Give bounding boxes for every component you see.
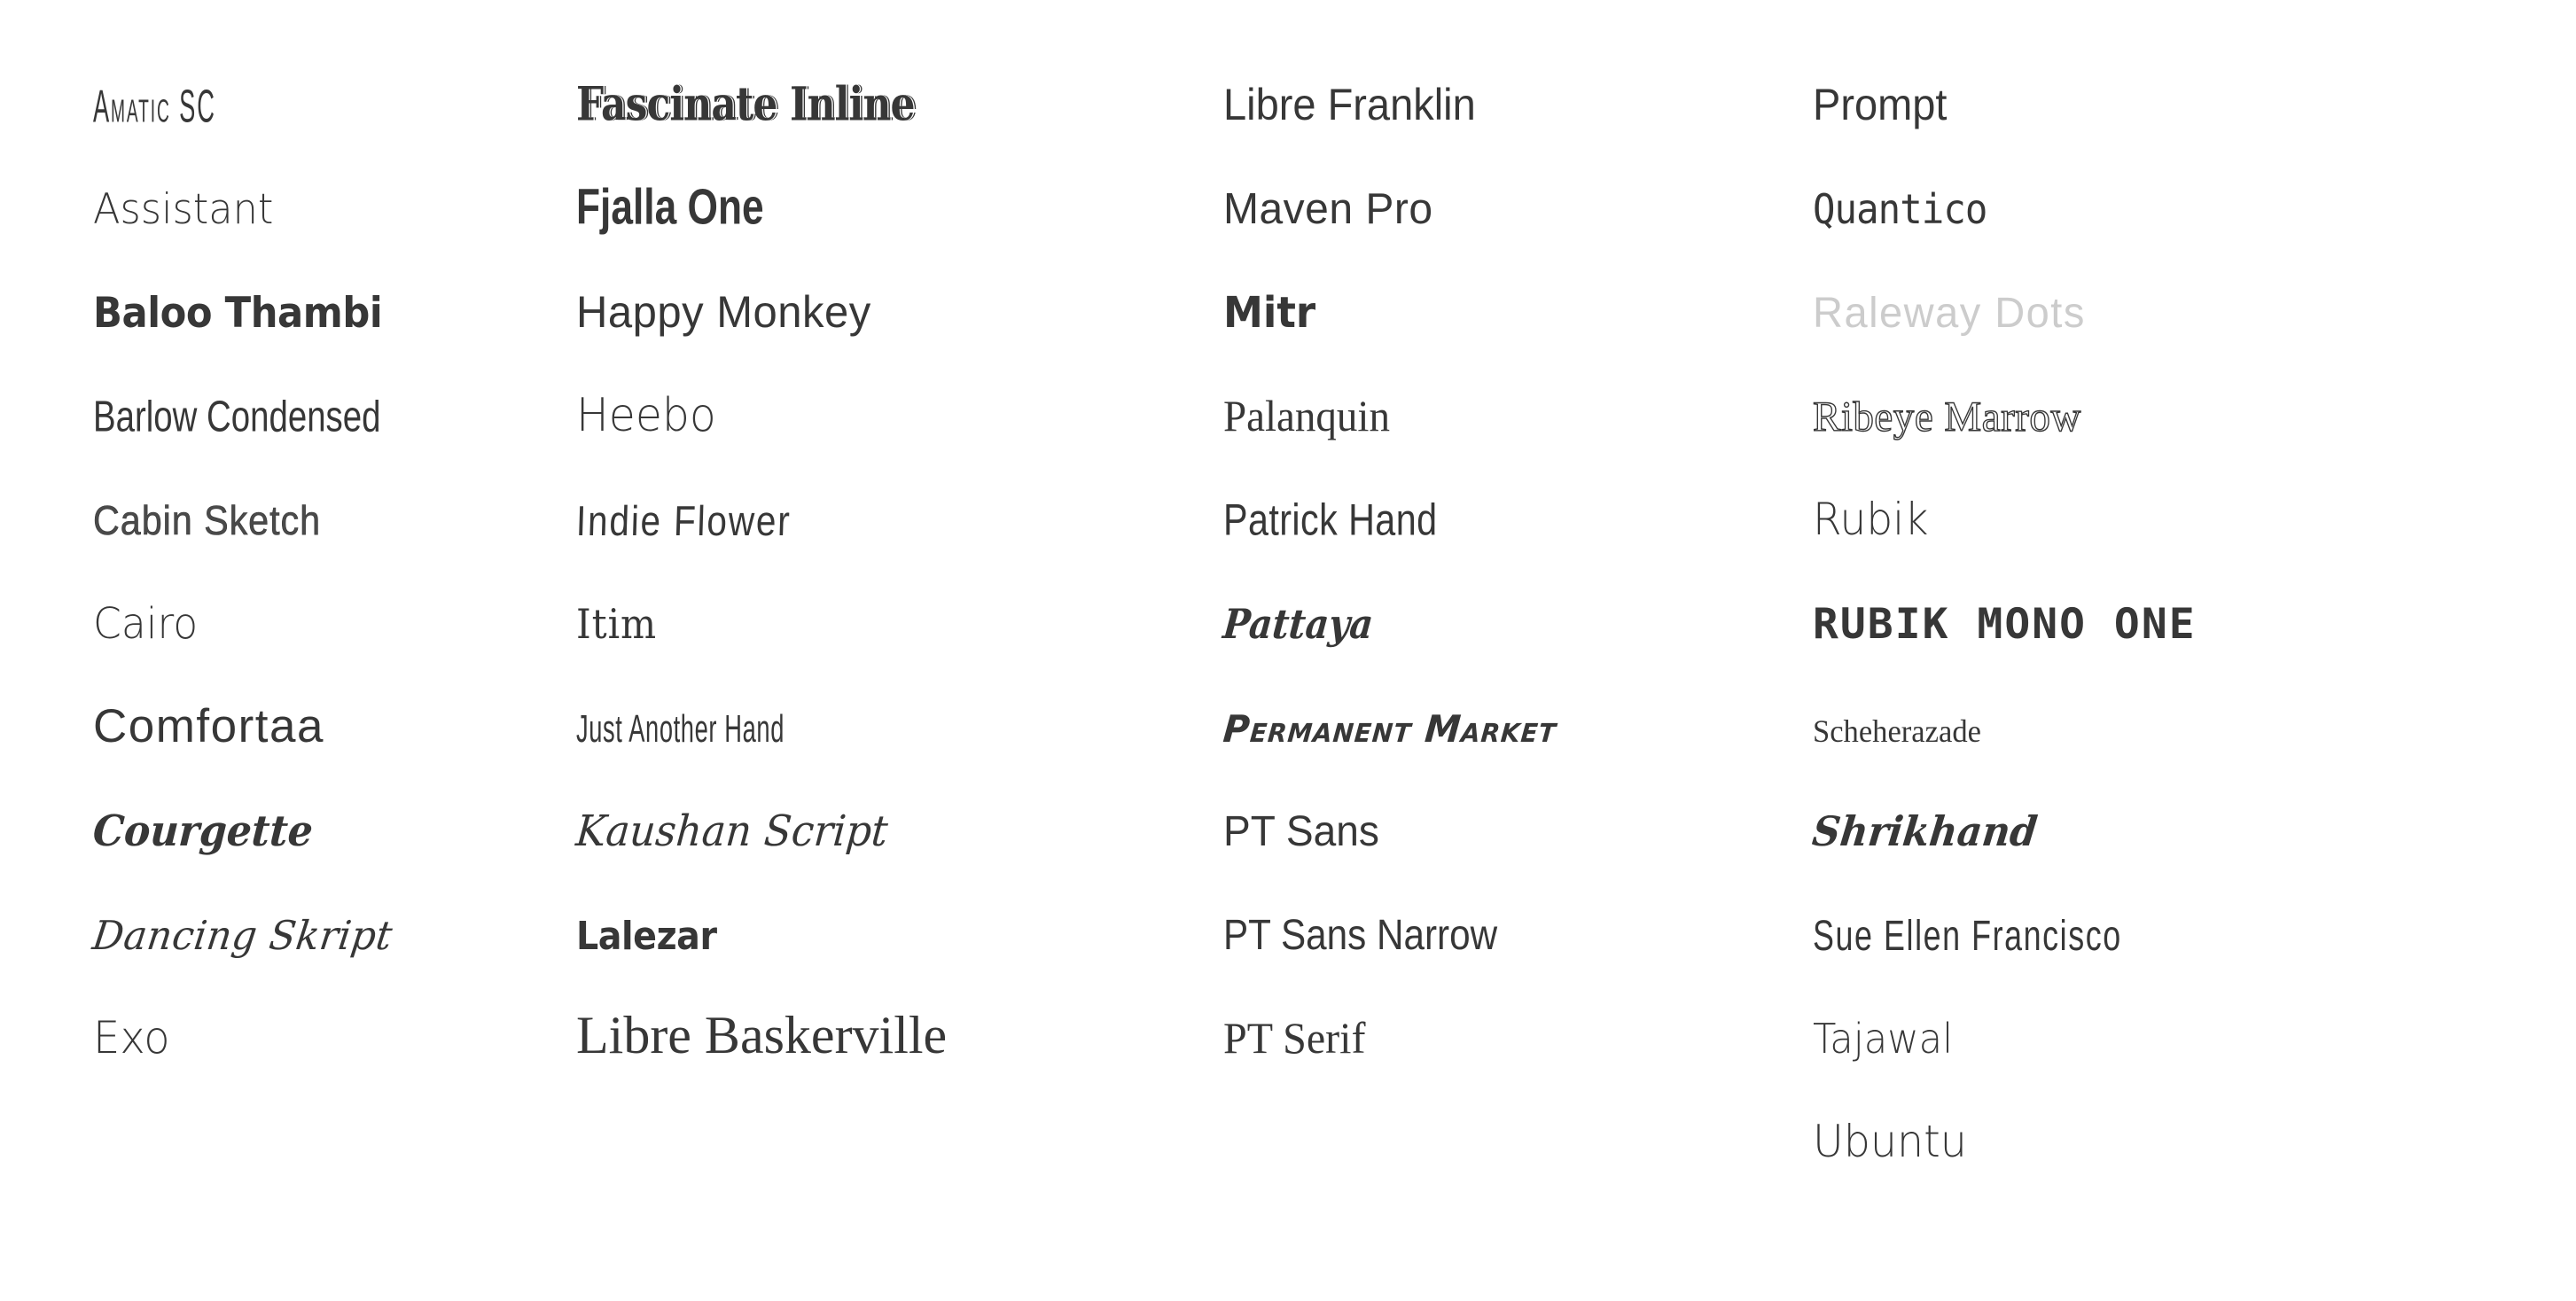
font-name-palanquin: Palanquin	[1223, 391, 1390, 440]
font-name-amatic-sc: Amatic SC	[93, 81, 216, 133]
font-name-scheherazade: Scheherazade	[1813, 713, 1981, 749]
font-list-item[interactable]: Exo	[93, 997, 572, 1101]
font-list-item[interactable]: Courgette	[91, 790, 572, 893]
font-list-item[interactable]: Amatic SC	[93, 64, 572, 167]
font-name-fascinate-inline: Fascinate Inline	[576, 76, 916, 132]
font-list-item[interactable]: Cairo	[93, 582, 572, 686]
font-list-item[interactable]: Ribeye Marrow	[1812, 375, 2540, 479]
font-name-kaushan-script: Kaushan Script	[574, 806, 890, 856]
font-name-sue-ellen-francisco: Sue Ellen Francisco	[1813, 910, 2122, 960]
font-name-cairo: Cairo	[93, 599, 199, 649]
font-list-item[interactable]: PT Serif	[1223, 997, 1808, 1101]
font-name-indie-flower: Indie Flower	[575, 498, 792, 545]
font-column-3: Libre Franklin Maven Pro Mitr Palanquin …	[1221, 64, 1808, 1101]
font-list-item[interactable]: PT Sans	[1223, 790, 1808, 893]
font-list-item[interactable]: Mitr	[1223, 271, 1808, 375]
font-list-item[interactable]: Permanent Market	[1221, 686, 1808, 790]
font-list-item[interactable]: PT Sans Narrow	[1223, 893, 1808, 997]
font-list-item[interactable]: Tajawal	[1813, 997, 2540, 1101]
font-name-tajawal: Tajawal	[1813, 1015, 1954, 1063]
font-list-item[interactable]: Rubik	[1813, 479, 2540, 582]
font-list-item[interactable]: Fascinate Inline	[576, 64, 1214, 167]
font-name-libre-baskerville: Libre Baskerville	[576, 1006, 948, 1064]
font-list-item[interactable]: Pattaya	[1221, 582, 1808, 686]
font-list-item[interactable]: Dancing Skript	[90, 893, 572, 997]
font-name-exo: Exo	[93, 1012, 170, 1063]
font-name-rubik-mono-one: RUBIK MONO ONE	[1813, 600, 2197, 649]
font-specimen-grid: Amatic SC Assistant Baloo Thambi Barlow …	[0, 0, 2576, 1301]
font-list-item[interactable]: Happy Monkey	[576, 271, 1214, 375]
font-name-pt-sans: PT Sans	[1223, 808, 1379, 855]
font-name-ubuntu: Ubuntu	[1813, 1116, 1967, 1167]
font-name-courgette: Courgette	[91, 806, 315, 856]
font-list-item[interactable]: Ubuntu	[1813, 1101, 2540, 1204]
font-list-item[interactable]: Assistant	[93, 167, 572, 271]
font-name-assistant: Assistant	[93, 185, 274, 234]
font-list-item[interactable]: Comfortaa	[93, 686, 572, 790]
font-name-baloo-thambi: Baloo Thambi	[93, 289, 383, 338]
font-name-happy-monkey: Happy Monkey	[576, 287, 871, 337]
font-list-item[interactable]: Quantico	[1813, 167, 2540, 271]
font-name-itim: Itim	[576, 600, 658, 648]
font-list-item[interactable]: Barlow Condensed	[93, 375, 572, 479]
font-name-patrick-hand: Patrick Hand	[1223, 495, 1438, 546]
font-name-heebo: Heebo	[576, 389, 716, 442]
font-list-item[interactable]: Itim	[576, 582, 1214, 686]
font-column-4: Prompt Quantico Raleway Dots Ribeye Marr…	[1809, 64, 2540, 1204]
font-name-permanent-market: Permanent Market	[1221, 707, 1559, 751]
font-list-item[interactable]: Fjalla One	[576, 167, 1214, 271]
font-list-item[interactable]: Kaushan Script	[574, 790, 1214, 893]
font-name-fjalla-one: Fjalla One	[576, 179, 764, 236]
font-name-pattaya: Pattaya	[1221, 600, 1376, 648]
font-column-2: Fascinate Inline Fjalla One Happy Monkey…	[574, 64, 1214, 1101]
font-name-cabin-sketch: Cabin Sketch	[93, 497, 322, 543]
font-list-item[interactable]: Patrick Hand	[1223, 479, 1808, 582]
font-name-comfortaa: Comfortaa	[93, 700, 324, 752]
font-list-item[interactable]: Just Another Hand	[576, 686, 1214, 790]
font-name-lalezar: Lalezar	[576, 914, 717, 959]
font-name-dancing-skript: Dancing Skript	[90, 912, 395, 959]
font-name-mitr: Mitr	[1223, 288, 1316, 338]
font-name-shrikhand: Shrikhand	[1809, 807, 2041, 855]
font-list-item[interactable]: Scheherazade	[1813, 686, 2540, 790]
font-name-pt-sans-narrow: PT Sans Narrow	[1223, 912, 1498, 959]
font-name-libre-franklin: Libre Franklin	[1223, 80, 1476, 129]
font-list-item[interactable]: Libre Baskerville	[576, 997, 1214, 1101]
font-list-item[interactable]: Lalezar	[576, 893, 1214, 997]
font-list-item[interactable]: Baloo Thambi	[93, 271, 572, 375]
font-list-item[interactable]: Heebo	[576, 375, 1214, 479]
font-name-pt-serif: PT Serif	[1223, 1013, 1366, 1063]
font-list-item[interactable]: Prompt	[1813, 64, 2540, 167]
font-list-item[interactable]: Shrikhand	[1809, 790, 2540, 893]
font-list-item[interactable]: Libre Franklin	[1223, 64, 1808, 167]
font-list-item[interactable]: Sue Ellen Francisco	[1813, 893, 2540, 997]
font-list-item[interactable]: Raleway Dots	[1813, 271, 2540, 375]
font-name-rubik: Rubik	[1813, 494, 1929, 545]
font-name-just-another-hand: Just Another Hand	[576, 707, 785, 751]
font-name-ribeye-marrow: Ribeye Marrow	[1812, 393, 2081, 440]
font-column-1: Amatic SC Assistant Baloo Thambi Barlow …	[90, 64, 572, 1101]
font-list-item[interactable]: Palanquin	[1223, 375, 1808, 479]
font-list-item[interactable]: Indie Flower	[575, 479, 1214, 582]
font-list-item[interactable]: RUBIK MONO ONE	[1813, 582, 2540, 686]
font-name-barlow-condensed: Barlow Condensed	[93, 393, 381, 441]
font-list-item[interactable]: Cabin Sketch	[93, 479, 572, 582]
font-name-quantico: Quantico	[1813, 185, 1987, 233]
font-name-maven-pro: Maven Pro	[1223, 185, 1433, 233]
font-name-raleway-dots: Raleway Dots	[1813, 290, 2086, 337]
font-list-item[interactable]: Maven Pro	[1223, 167, 1808, 271]
font-name-prompt: Prompt	[1813, 80, 1948, 129]
